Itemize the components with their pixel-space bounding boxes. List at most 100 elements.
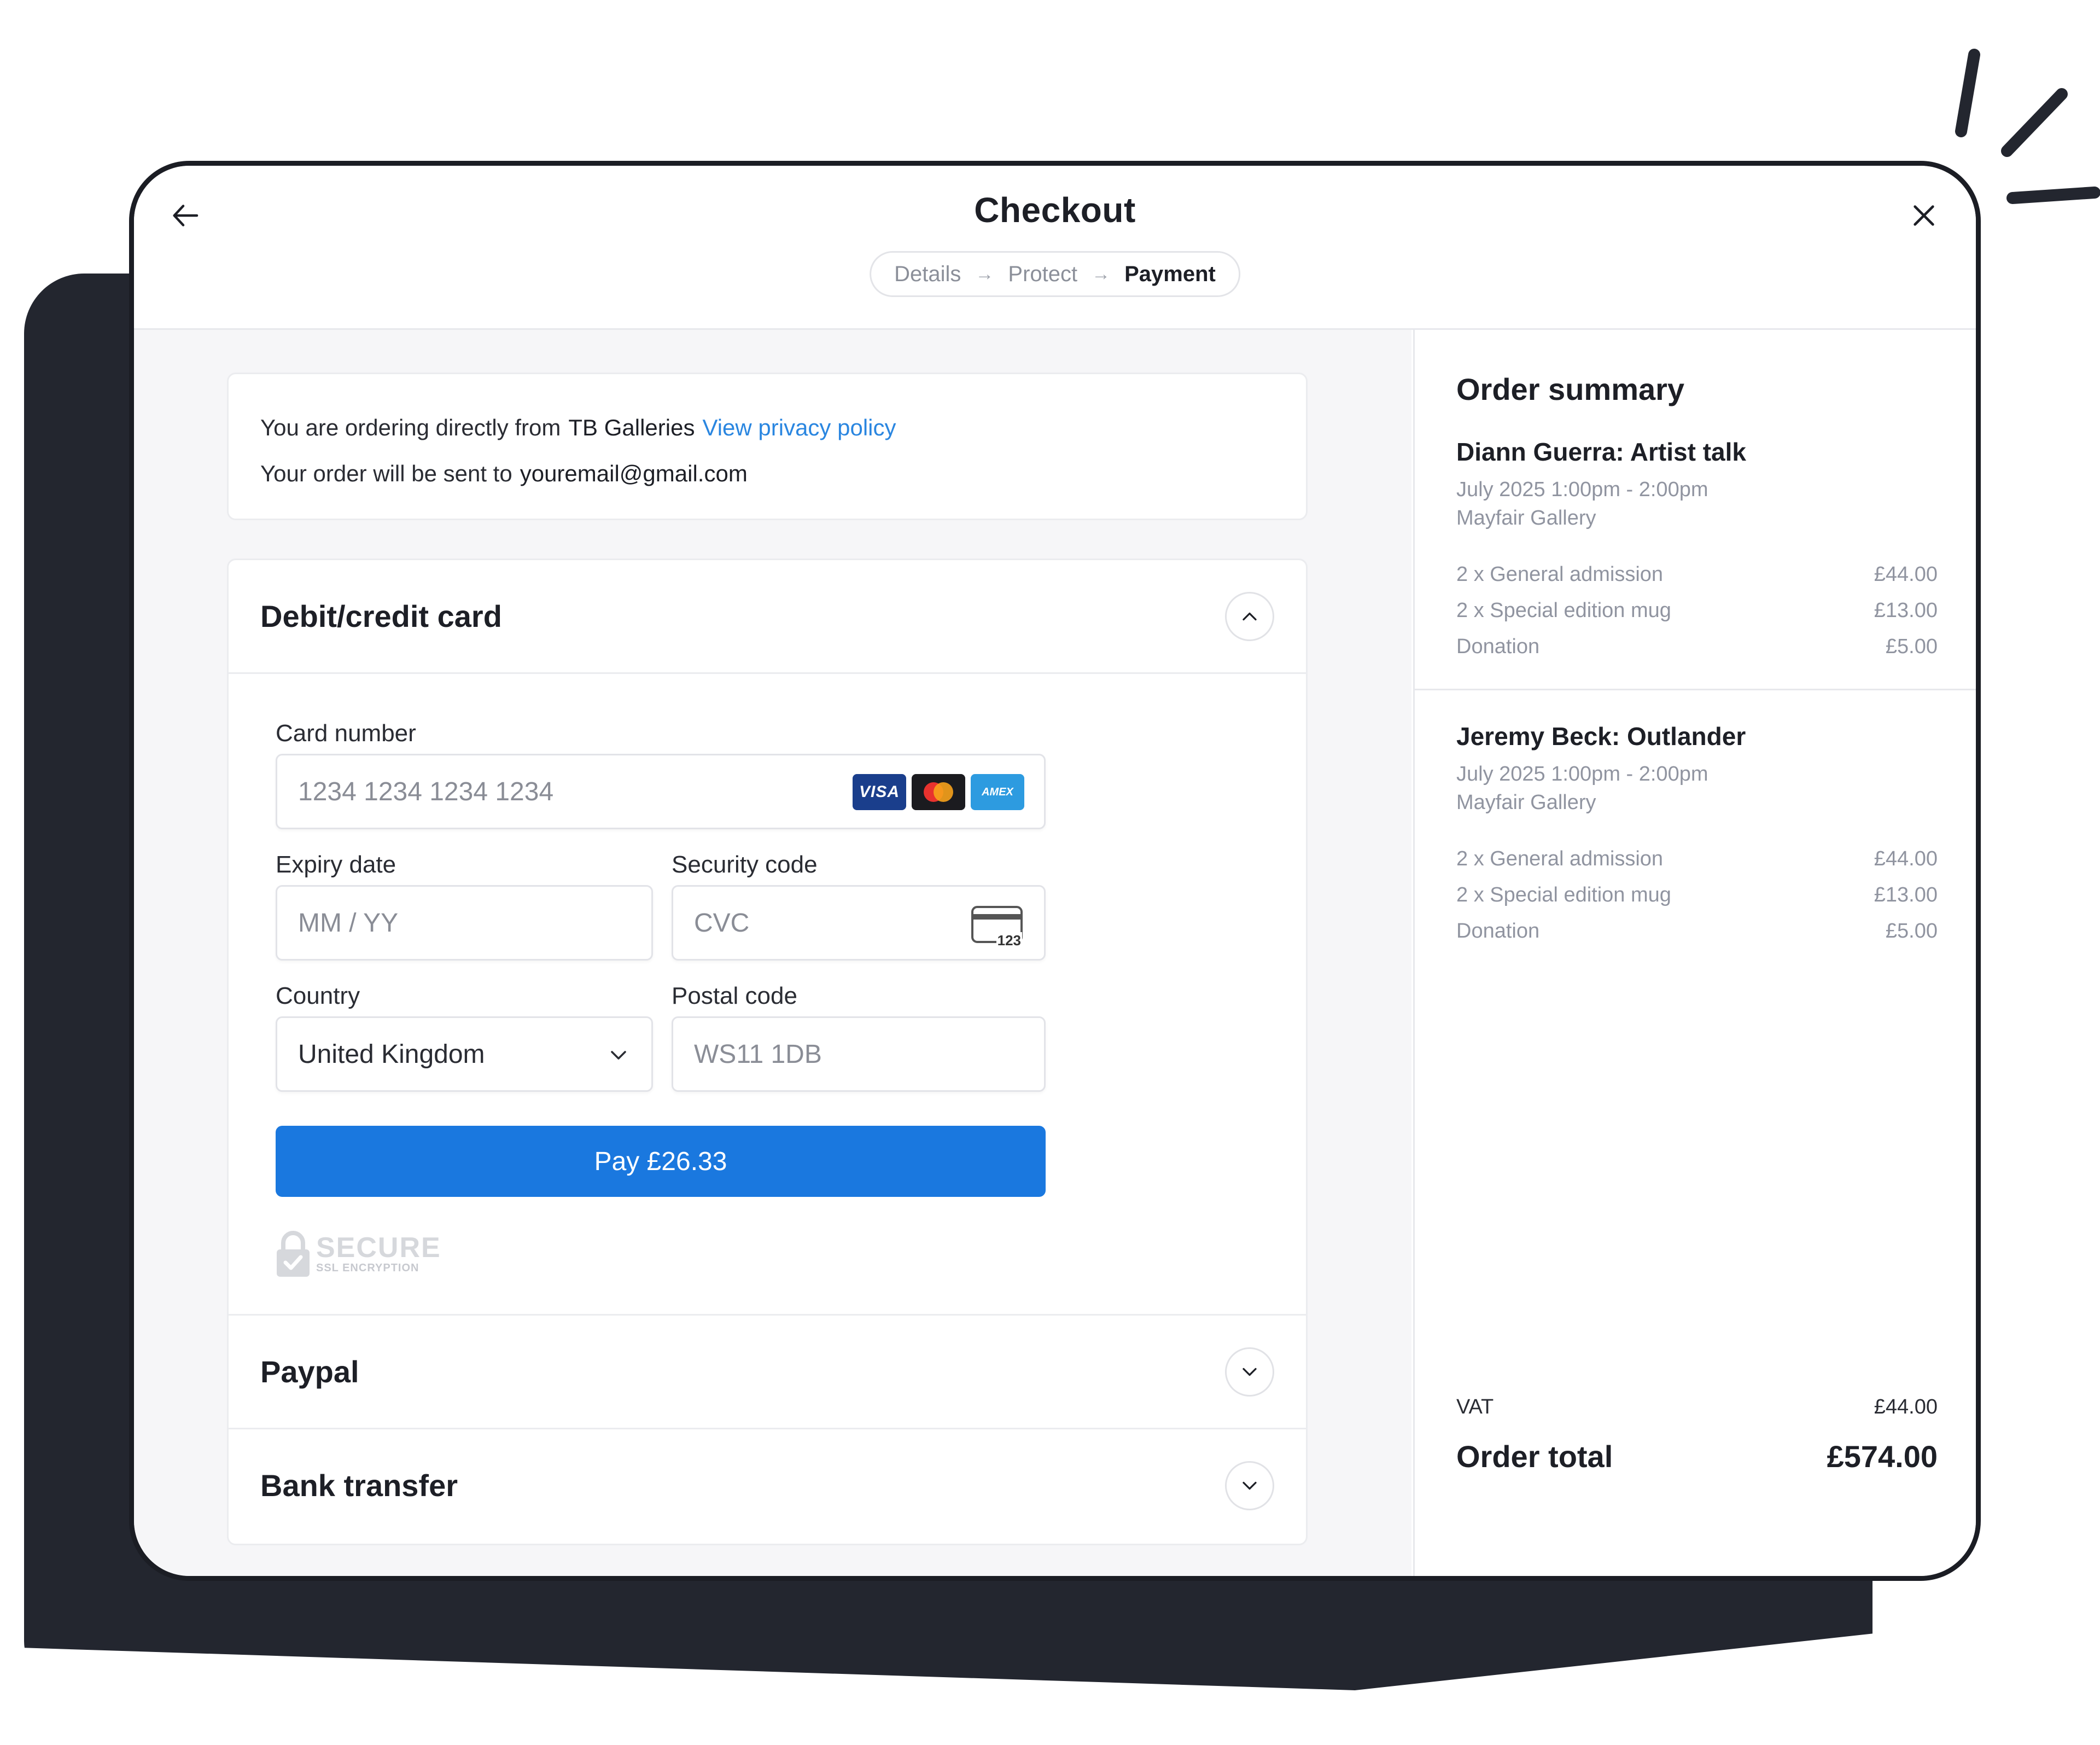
line-item: 2 x Special edition mug £13.00 <box>1456 592 1938 629</box>
security-code-input[interactable]: CVC 123 <box>672 885 1046 961</box>
page-title: Checkout <box>974 190 1136 230</box>
sent-prefix: Your order will be sent to <box>260 461 512 486</box>
payment-methods-card: Debit/credit card Card number 1234 1234 … <box>227 559 1308 1545</box>
order-totals: VAT £44.00 Order total £574.00 <box>1456 1388 1938 1486</box>
step-details[interactable]: Details <box>894 262 961 287</box>
line-item: Donation £5.00 <box>1456 629 1938 665</box>
line-label: 2 x General admission <box>1456 847 1664 870</box>
postal-code-placeholder: WS11 1DB <box>694 1039 822 1069</box>
checkout-stepper: Details → Protect → Payment <box>870 251 1240 297</box>
lock-check-icon <box>277 1231 310 1277</box>
secure-badge: SECURE SSL ENCRYPTION <box>276 1230 441 1278</box>
expand-bank-transfer-toggle[interactable] <box>1225 1461 1274 1510</box>
close-icon <box>1914 205 1934 226</box>
order-email: youremail@gmail.com <box>520 461 748 486</box>
email-line: Your order will be sent to youremail@gma… <box>260 451 1274 497</box>
summary-divider <box>1415 689 1976 690</box>
chevron-down-icon <box>611 1051 626 1060</box>
visa-logo-icon: VISA <box>853 774 906 810</box>
country-label: Country <box>276 982 360 1009</box>
postal-code-label: Postal code <box>672 982 797 1009</box>
order-total-amount: £574.00 <box>1827 1439 1938 1474</box>
paypal-section-header[interactable]: Paypal <box>229 1314 1306 1428</box>
expand-paypal-toggle[interactable] <box>1225 1347 1274 1397</box>
vat-amount: £44.00 <box>1874 1395 1938 1418</box>
bank-transfer-section-header[interactable]: Bank transfer <box>229 1428 1306 1542</box>
item-time: July 2025 1:00pm - 2:00pm <box>1456 763 1708 786</box>
step-payment[interactable]: Payment <box>1124 262 1216 287</box>
card-number-label: Card number <box>276 720 416 747</box>
card-number-input[interactable]: 1234 1234 1234 1234 VISA AMEX <box>276 754 1046 829</box>
card-number-placeholder: 1234 1234 1234 1234 <box>298 777 554 806</box>
cvc-card-icon: 123 <box>971 905 1023 950</box>
privacy-policy-link[interactable]: View privacy policy <box>702 415 896 441</box>
merchant-info-card: You are ordering directly from TB Galler… <box>227 373 1308 520</box>
line-label: 2 x Special edition mug <box>1456 598 1671 622</box>
expiry-placeholder: MM / YY <box>298 908 399 938</box>
item-lines: 2 x General admission £44.00 2 x Special… <box>1456 841 1938 949</box>
order-total-row: Order total £574.00 <box>1456 1426 1938 1486</box>
step-protect[interactable]: Protect <box>1008 262 1077 287</box>
item-lines: 2 x General admission £44.00 2 x Special… <box>1456 556 1938 665</box>
payment-column: You are ordering directly from TB Galler… <box>134 330 1411 1576</box>
secure-label: SECURE <box>316 1231 441 1264</box>
stage: Checkout Details → Protect → Payment You… <box>0 0 2100 1745</box>
step-arrow-icon: → <box>1092 263 1111 284</box>
ssl-label: SSL ENCRYPTION <box>316 1261 419 1274</box>
bank-transfer-section-title: Bank transfer <box>260 1468 458 1503</box>
country-value: United Kingdom <box>298 1039 485 1069</box>
country-select[interactable]: United Kingdom <box>276 1016 653 1092</box>
mastercard-logo-icon <box>912 774 965 810</box>
checkout-header: Checkout Details → Protect → Payment <box>134 166 1976 330</box>
step-arrow-icon: → <box>975 263 994 284</box>
secure-text: SECURE SSL ENCRYPTION <box>316 1234 441 1275</box>
security-code-label: Security code <box>672 851 818 878</box>
item-time: July 2025 1:00pm - 2:00pm <box>1456 478 1708 501</box>
line-amount: £5.00 <box>1885 635 1938 658</box>
expiry-input[interactable]: MM / YY <box>276 885 653 961</box>
card-section-header[interactable]: Debit/credit card <box>229 560 1306 674</box>
line-amount: £13.00 <box>1874 883 1938 906</box>
order-summary-panel: Order summary Diann Guerra: Artist talk … <box>1413 330 1976 1576</box>
chevron-down-icon <box>1242 1481 1257 1490</box>
amex-logo-icon: AMEX <box>971 774 1024 810</box>
vat-row: VAT £44.00 <box>1456 1388 1938 1426</box>
card-form: Card number 1234 1234 1234 1234 VISA AME… <box>229 674 1306 1314</box>
line-amount: £44.00 <box>1874 562 1938 586</box>
line-label: 2 x Special edition mug <box>1456 883 1671 906</box>
line-item: 2 x General admission £44.00 <box>1456 841 1938 877</box>
merchant-name: TB Galleries <box>568 415 695 440</box>
item-venue: Mayfair Gallery <box>1456 507 1596 530</box>
close-button[interactable] <box>1899 191 1949 240</box>
postal-code-input[interactable]: WS11 1DB <box>672 1016 1046 1092</box>
line-amount: £44.00 <box>1874 847 1938 870</box>
order-summary-title: Order summary <box>1456 372 1685 406</box>
order-item: Jeremy Beck: Outlander July 2025 1:00pm … <box>1456 722 1938 949</box>
item-name: Diann Guerra: Artist talk <box>1456 438 1746 466</box>
line-label: Donation <box>1456 919 1540 943</box>
vat-label: VAT <box>1456 1395 1494 1418</box>
item-name: Jeremy Beck: Outlander <box>1456 722 1746 751</box>
line-item: Donation £5.00 <box>1456 913 1938 949</box>
card-brands: VISA AMEX <box>853 774 1024 810</box>
cvc-placeholder: CVC <box>694 908 750 938</box>
line-item: 2 x General admission £44.00 <box>1456 556 1938 592</box>
ordering-line: You are ordering directly from TB Galler… <box>260 405 1274 451</box>
card-section-title: Debit/credit card <box>260 599 502 633</box>
line-amount: £13.00 <box>1874 598 1938 622</box>
order-item: Diann Guerra: Artist talk July 2025 1:00… <box>1456 437 1938 665</box>
chevron-down-icon <box>1242 1368 1257 1376</box>
line-amount: £5.00 <box>1885 919 1938 943</box>
expiry-label: Expiry date <box>276 851 396 878</box>
line-label: 2 x General admission <box>1456 562 1664 586</box>
item-venue: Mayfair Gallery <box>1456 791 1596 814</box>
checkout-window: Checkout Details → Protect → Payment You… <box>129 161 1981 1581</box>
collapse-card-toggle[interactable] <box>1225 591 1274 641</box>
line-item: 2 x Special edition mug £13.00 <box>1456 877 1938 913</box>
paypal-section-title: Paypal <box>260 1354 359 1389</box>
line-label: Donation <box>1456 635 1540 658</box>
pay-button[interactable]: Pay £26.33 <box>276 1126 1046 1197</box>
order-total-label: Order total <box>1456 1439 1613 1474</box>
cvc-icon-digits: 123 <box>996 932 1022 949</box>
ordering-prefix: You are ordering directly from <box>260 415 561 440</box>
